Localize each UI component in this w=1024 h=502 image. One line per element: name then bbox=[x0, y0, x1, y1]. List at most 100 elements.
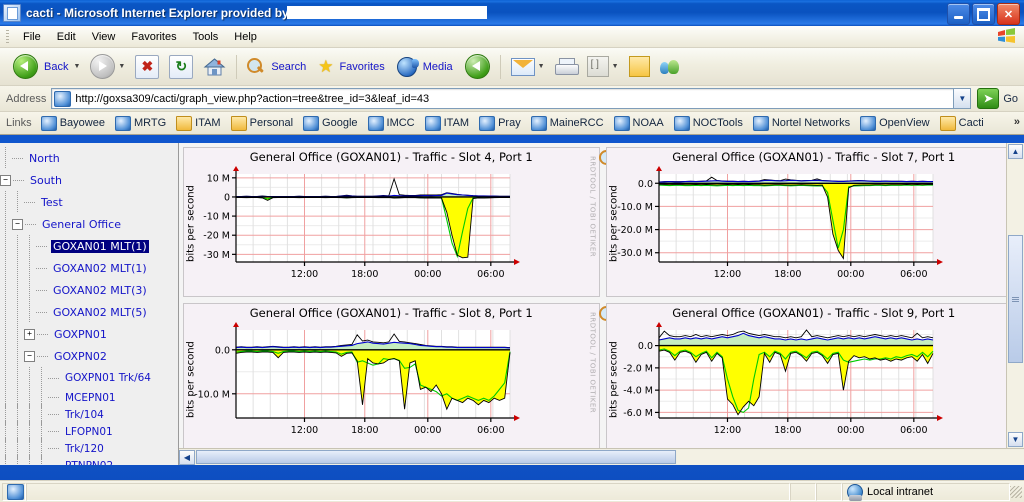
tree-node-label[interactable]: GOXAN02 MLT(3) bbox=[51, 284, 149, 297]
link-item-openview[interactable]: OpenView bbox=[857, 115, 930, 131]
search-button[interactable]: Search bbox=[242, 51, 313, 83]
link-item-bayowee[interactable]: Bayowee bbox=[38, 115, 105, 131]
back-button[interactable]: Back ▼ bbox=[8, 51, 85, 83]
menu-item-help[interactable]: Help bbox=[226, 29, 265, 45]
mail-dropdown-icon[interactable]: ▼ bbox=[538, 63, 545, 70]
link-item-nortel-networks[interactable]: Nortel Networks bbox=[750, 115, 850, 131]
maximize-button[interactable] bbox=[972, 3, 995, 25]
tree-indent-guide bbox=[0, 454, 12, 465]
tree-node-label[interactable]: South bbox=[28, 174, 64, 187]
tree-row[interactable]: GOXAN02 MLT(1) bbox=[0, 257, 178, 279]
tree-node-label[interactable]: North bbox=[27, 152, 62, 165]
scroll-down-button[interactable]: ▼ bbox=[1008, 432, 1023, 447]
menu-grip[interactable] bbox=[6, 29, 9, 44]
scroll-left-button[interactable]: ◀ bbox=[179, 449, 195, 465]
print-button[interactable] bbox=[550, 51, 582, 83]
close-button[interactable]: ✕ bbox=[997, 3, 1020, 25]
menu-item-file[interactable]: File bbox=[15, 29, 49, 45]
tree-collapse-icon[interactable]: − bbox=[12, 218, 23, 230]
stop-icon: ✖ bbox=[135, 54, 160, 79]
link-item-mainercc[interactable]: MaineRCC bbox=[528, 115, 604, 131]
back-dropdown-icon[interactable]: ▼ bbox=[73, 63, 80, 70]
tree-node-label[interactable]: Trk/104 bbox=[63, 409, 106, 421]
tree-row[interactable]: − General Office bbox=[0, 213, 178, 235]
tree-node-label[interactable]: GOXAN02 MLT(5) bbox=[51, 306, 149, 319]
tree-row[interactable]: PTNPN02 bbox=[0, 454, 178, 466]
page-horizontal-scrollbar[interactable]: ◀ bbox=[179, 448, 1024, 465]
menu-item-tools[interactable]: Tools bbox=[185, 29, 227, 45]
scroll-up-button[interactable]: ▲ bbox=[1008, 144, 1023, 159]
link-item-imcc[interactable]: IMCC bbox=[365, 115, 415, 131]
tree-node-label[interactable]: Trk/120 bbox=[63, 443, 106, 455]
tree-row[interactable]: GOXAN02 MLT(5) bbox=[0, 301, 178, 323]
notes-button[interactable] bbox=[624, 51, 655, 83]
favorites-button[interactable]: ★ Favorites bbox=[313, 51, 392, 83]
menu-item-favorites[interactable]: Favorites bbox=[123, 29, 184, 45]
resize-grip[interactable] bbox=[1010, 485, 1022, 498]
link-item-noctools[interactable]: NOCTools bbox=[671, 115, 743, 131]
tree-collapse-icon[interactable]: − bbox=[0, 174, 11, 186]
forward-dropdown-icon[interactable]: ▼ bbox=[118, 63, 125, 70]
tree-node-label[interactable]: Test bbox=[39, 196, 65, 209]
vertical-scroll-thumb[interactable] bbox=[1008, 235, 1023, 363]
address-bar: Address http://goxsa309/cacti/graph_view… bbox=[0, 86, 1024, 112]
menu-bar: File Edit View Favorites Tools Help bbox=[0, 26, 1024, 48]
status-spacer-1 bbox=[790, 482, 816, 501]
menu-item-edit[interactable]: Edit bbox=[49, 29, 84, 45]
tree-node-label[interactable]: LFOPN01 bbox=[63, 426, 115, 438]
tree-node-label[interactable]: MCEPN01 bbox=[63, 392, 118, 404]
stop-button[interactable]: ✖ bbox=[130, 51, 164, 83]
edit-button[interactable]: ▼ bbox=[582, 51, 624, 83]
links-overflow-icon[interactable]: » bbox=[1014, 116, 1020, 128]
tree-row[interactable]: North bbox=[0, 147, 178, 169]
forward-button[interactable]: ▼ bbox=[85, 51, 130, 83]
horizontal-scroll-thumb[interactable] bbox=[196, 450, 676, 464]
page-icon bbox=[54, 90, 72, 107]
tree-node-label[interactable]: GOXPN02 bbox=[52, 350, 109, 363]
tree-row[interactable]: GOXAN01 MLT(1) bbox=[0, 235, 178, 257]
page-vertical-scrollbar[interactable]: ▲ ▼ bbox=[1006, 143, 1024, 449]
history-button[interactable] bbox=[460, 51, 495, 83]
tree-node-label[interactable]: GOXPN01 Trk/64 bbox=[63, 372, 153, 384]
link-item-noaa[interactable]: NOAA bbox=[611, 115, 664, 131]
tree-node-label[interactable]: General Office bbox=[40, 218, 123, 231]
link-item-itam[interactable]: ITAM bbox=[173, 115, 221, 131]
tree-indent-guide bbox=[0, 257, 12, 279]
address-input[interactable]: http://goxsa309/cacti/graph_view.php?act… bbox=[51, 88, 955, 109]
tree-row[interactable]: − South bbox=[0, 169, 178, 191]
minimize-button[interactable] bbox=[947, 3, 970, 25]
mail-button[interactable]: ▼ bbox=[506, 51, 550, 83]
media-button[interactable]: Media bbox=[392, 51, 460, 83]
tree-node-label[interactable]: GOXAN01 MLT(1) bbox=[51, 239, 149, 253]
graph-x-tick: 18:00 bbox=[351, 269, 378, 280]
address-dropdown-button[interactable]: ▼ bbox=[954, 88, 972, 109]
link-item-itam[interactable]: ITAM bbox=[422, 115, 469, 131]
link-item-google[interactable]: Google bbox=[300, 115, 358, 131]
link-item-personal[interactable]: Personal bbox=[228, 115, 293, 131]
go-button[interactable]: ➤ Go bbox=[977, 88, 1018, 109]
link-item-mrtg[interactable]: MRTG bbox=[112, 115, 166, 131]
tree-node-label[interactable]: PTNPN02 bbox=[63, 460, 115, 466]
link-item-cacti[interactable]: Cacti bbox=[937, 115, 984, 131]
edit-dropdown-icon[interactable]: ▼ bbox=[612, 63, 619, 70]
graph-plot: bits per second 10 M 0 -10 M -20 M -30 M 12:00… bbox=[184, 164, 599, 288]
horizontal-scroll-track[interactable] bbox=[677, 449, 1024, 465]
tree-row[interactable]: GOXAN02 MLT(3) bbox=[0, 279, 178, 301]
tree-expand-icon[interactable]: + bbox=[24, 328, 35, 340]
refresh-button[interactable]: ↻ bbox=[164, 51, 198, 83]
tree-row[interactable]: + GOXPN01 bbox=[0, 323, 178, 345]
tree-indent-guide bbox=[0, 213, 12, 235]
messenger-icon bbox=[659, 58, 682, 76]
home-button[interactable] bbox=[198, 51, 231, 83]
tree-row[interactable]: − GOXPN02 bbox=[0, 345, 178, 367]
menu-item-view[interactable]: View bbox=[84, 29, 124, 45]
graph-x-tick: 18:00 bbox=[774, 269, 801, 280]
tree-row[interactable]: Test bbox=[0, 191, 178, 213]
link-item-pray[interactable]: Pray bbox=[476, 115, 521, 131]
tree-node-label[interactable]: GOXAN02 MLT(1) bbox=[51, 262, 149, 275]
tree-collapse-icon[interactable]: − bbox=[24, 350, 35, 362]
messenger-button[interactable] bbox=[655, 51, 687, 83]
tree-node-label[interactable]: GOXPN01 bbox=[52, 328, 109, 341]
status-page-icon-cell bbox=[2, 482, 26, 501]
status-zone-cell[interactable]: Local intranet bbox=[842, 482, 1010, 501]
